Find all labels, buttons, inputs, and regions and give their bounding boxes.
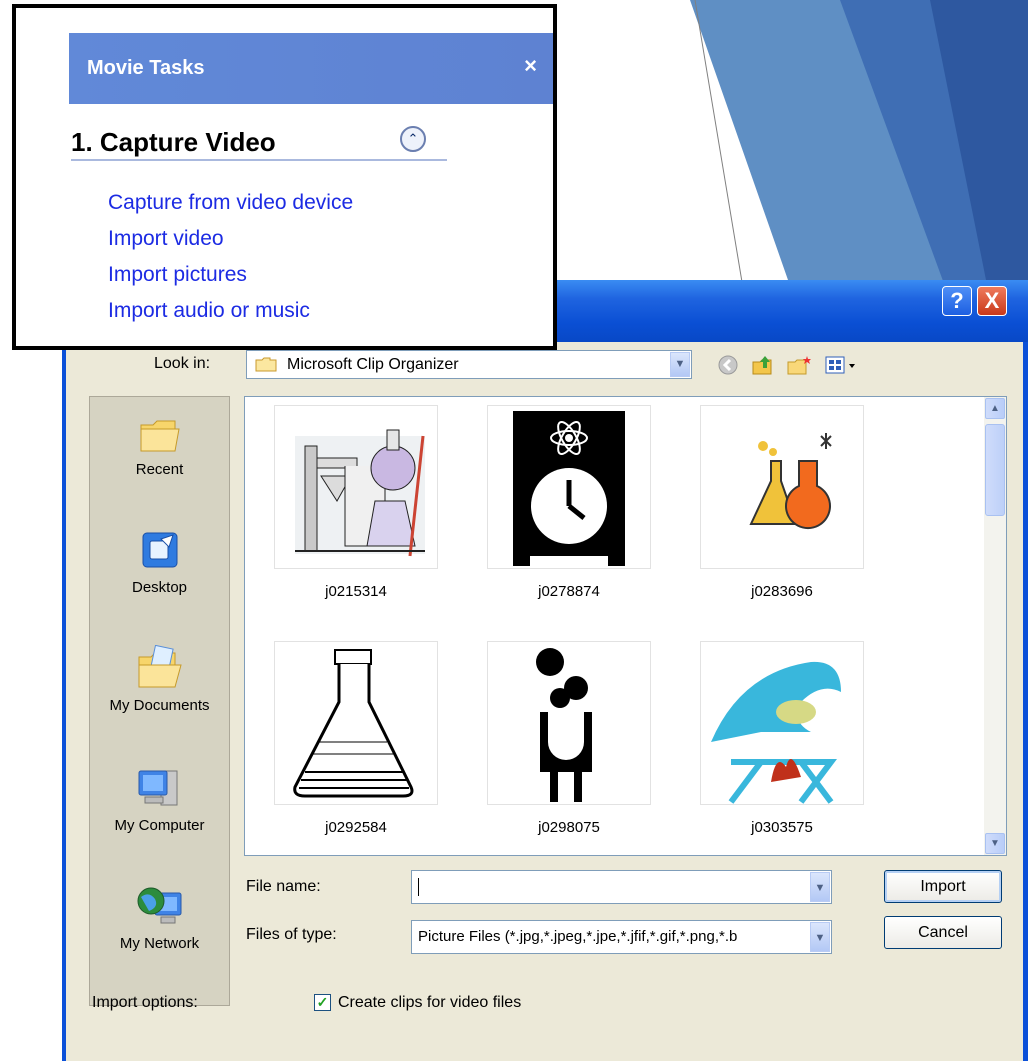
- my-network-icon: [137, 887, 181, 924]
- file-thumbnail[interactable]: j0298075: [487, 641, 651, 836]
- desktop-icon: [142, 532, 177, 568]
- place-my-documents[interactable]: My Documents: [90, 645, 229, 714]
- task-link-import-pictures[interactable]: Import pictures: [108, 263, 247, 287]
- places-bar: Recent Desktop My Documents My Computer …: [89, 396, 230, 1006]
- file-list[interactable]: j0215314 j0278874 j0283696 j0292584 j029…: [244, 396, 1007, 856]
- collapse-icon[interactable]: ⌃: [400, 126, 426, 152]
- file-name: j0292584: [325, 819, 387, 836]
- text-cursor: [418, 878, 419, 896]
- create-clips-label[interactable]: Create clips for video files: [338, 994, 521, 1012]
- place-label: Recent: [135, 461, 184, 478]
- import-options-label: Import options:: [92, 994, 198, 1011]
- my-documents-icon: [138, 645, 182, 688]
- task-link-capture-device[interactable]: Capture from video device: [108, 191, 353, 215]
- chevron-down-icon[interactable]: ▼: [670, 352, 690, 377]
- place-label: My Network: [119, 935, 200, 952]
- new-folder-icon[interactable]: [786, 354, 812, 376]
- file-thumbnail[interactable]: j0303575: [700, 641, 864, 836]
- flasks-clipart: [700, 405, 864, 569]
- place-my-network[interactable]: My Network: [90, 883, 229, 952]
- cancel-button[interactable]: Cancel: [884, 916, 1002, 949]
- file-thumbnail[interactable]: j0215314: [274, 405, 438, 600]
- task-link-import-video[interactable]: Import video: [108, 227, 224, 251]
- bunsen-burner-clipart: [700, 641, 864, 805]
- back-icon[interactable]: [717, 354, 739, 376]
- close-button[interactable]: X: [977, 286, 1007, 316]
- create-clips-checkbox[interactable]: ✓: [314, 994, 331, 1011]
- place-label: My Computer: [114, 817, 205, 834]
- view-menu-icon[interactable]: [824, 354, 858, 376]
- movie-tasks-panel: Movie Tasks × 1. Capture Video ⌃ Capture…: [12, 4, 557, 350]
- atomic-clock-clipart: [487, 405, 651, 569]
- my-computer-icon: [138, 770, 177, 806]
- file-name: j0278874: [538, 583, 600, 600]
- dialog-body: Look in: Microsoft Clip Organizer ▼ Rece…: [66, 342, 1023, 1061]
- close-icon[interactable]: ×: [524, 53, 537, 79]
- movie-tasks-header: Movie Tasks ×: [69, 33, 553, 104]
- folder-icon: [255, 357, 277, 372]
- file-thumbnail[interactable]: j0283696: [700, 405, 864, 600]
- up-folder-icon[interactable]: [751, 354, 775, 376]
- files-of-type-select[interactable]: Picture Files (*.jpg,*.jpeg,*.jpe,*.jfif…: [411, 920, 832, 954]
- place-my-computer[interactable]: My Computer: [90, 765, 229, 834]
- files-of-type-label: Files of type:: [246, 926, 337, 943]
- chevron-down-icon[interactable]: ▼: [810, 922, 830, 952]
- task-link-import-audio[interactable]: Import audio or music: [108, 299, 310, 323]
- look-in-label: Look in:: [154, 355, 211, 372]
- file-thumbnail[interactable]: j0278874: [487, 405, 651, 600]
- file-name-label: File name:: [246, 878, 321, 895]
- section-divider: [71, 159, 447, 161]
- test-tube-figure-clipart: [487, 641, 651, 805]
- place-desktop[interactable]: Desktop: [90, 529, 229, 596]
- import-dialog: ? X Look in: Microsoft Clip Organizer ▼: [62, 280, 1028, 1061]
- chevron-down-icon[interactable]: ▼: [810, 872, 830, 902]
- place-label: Desktop: [131, 579, 188, 596]
- place-label: My Documents: [109, 697, 210, 714]
- help-button[interactable]: ?: [942, 286, 972, 316]
- file-name-input[interactable]: ▼: [411, 870, 832, 904]
- look-in-combo[interactable]: Microsoft Clip Organizer ▼: [246, 350, 692, 379]
- look-in-value: Microsoft Clip Organizer: [287, 356, 459, 373]
- files-of-type-value: Picture Files (*.jpg,*.jpeg,*.jpe,*.jfif…: [418, 928, 738, 945]
- import-button[interactable]: Import: [884, 870, 1002, 903]
- vertical-scrollbar[interactable]: ▲ ▼: [984, 397, 1006, 855]
- file-name: j0298075: [538, 819, 600, 836]
- lab-equipment-clipart: [274, 405, 438, 569]
- section-title: 1. Capture Video: [71, 127, 276, 157]
- place-recent[interactable]: Recent: [90, 415, 229, 478]
- file-name: j0215314: [325, 583, 387, 600]
- scroll-down-button[interactable]: ▼: [985, 833, 1005, 854]
- toolbar-strip: [16, 8, 553, 33]
- file-name: j0303575: [751, 819, 813, 836]
- file-thumbnail[interactable]: j0292584: [274, 641, 438, 836]
- erlenmeyer-flask-clipart: [274, 641, 438, 805]
- scroll-thumb[interactable]: [985, 424, 1005, 516]
- recent-folder-icon: [140, 420, 180, 452]
- movie-tasks-title: Movie Tasks: [87, 57, 205, 79]
- file-name: j0283696: [751, 583, 813, 600]
- scroll-up-button[interactable]: ▲: [985, 398, 1005, 419]
